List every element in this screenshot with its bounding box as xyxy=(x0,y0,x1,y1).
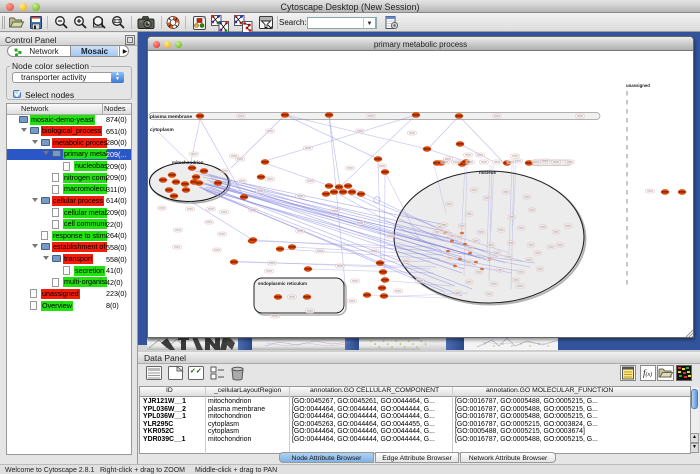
svg-text:1:1: 1:1 xyxy=(115,19,120,23)
svg-text:cytoplasm: cytoplasm xyxy=(150,127,174,133)
svg-text:unassigned: unassigned xyxy=(626,83,650,88)
svg-text:nucleus: nucleus xyxy=(479,170,497,175)
svg-text:endoplasmic reticulum: endoplasmic reticulum xyxy=(258,281,307,286)
svg-text:plasma membrane: plasma membrane xyxy=(150,114,192,120)
svg-text:✓✓: ✓✓ xyxy=(190,368,202,375)
svg-text:mitochondrion: mitochondrion xyxy=(172,160,204,165)
